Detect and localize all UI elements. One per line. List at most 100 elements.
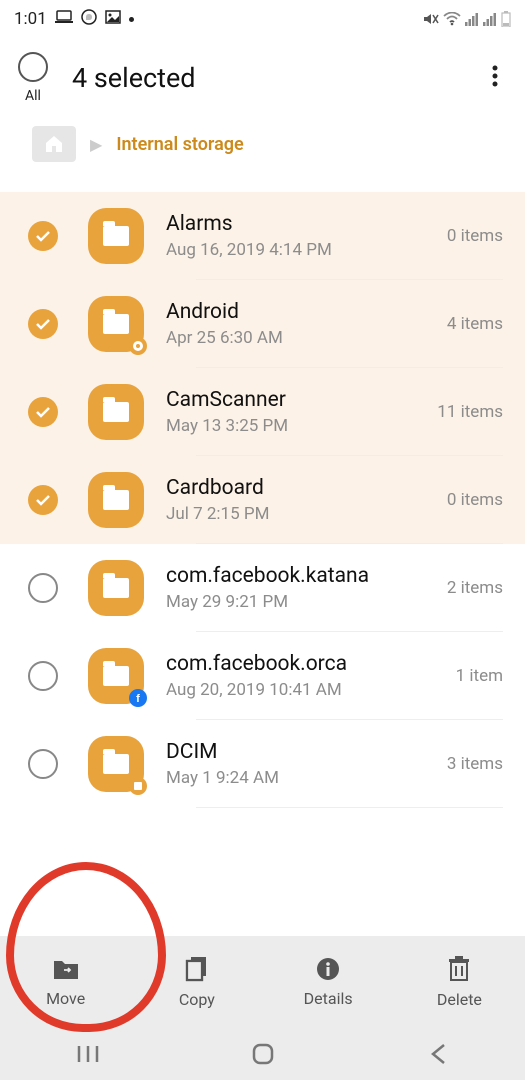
file-name: com.facebook.katana (166, 564, 437, 588)
mute-icon (423, 12, 439, 26)
file-date: May 29 9:21 PM (166, 592, 437, 612)
sd-badge-icon (129, 777, 147, 795)
file-name: Android (166, 300, 437, 324)
row-text: Cardboard Jul 7 2:15 PM (166, 476, 437, 524)
file-row[interactable]: com.facebook.katana May 29 9:21 PM 2 items (0, 544, 525, 632)
row-checkbox[interactable] (28, 573, 58, 603)
nav-back-icon (430, 1043, 446, 1065)
copy-button[interactable]: Copy (131, 936, 262, 1028)
file-date: Jul 7 2:15 PM (166, 504, 437, 524)
row-text: Android Apr 25 6:30 AM (166, 300, 437, 348)
file-count: 1 item (456, 666, 503, 686)
row-checkbox[interactable] (28, 749, 58, 779)
file-date: Aug 20, 2019 10:41 AM (166, 680, 446, 700)
row-checkbox[interactable] (28, 221, 58, 251)
recents-icon (77, 1044, 99, 1064)
file-name: DCIM (166, 740, 437, 764)
trash-icon (448, 956, 470, 982)
folder-icon (88, 472, 144, 528)
breadcrumb-location[interactable]: Internal storage (116, 134, 243, 155)
folder-icon (88, 296, 144, 352)
battery-icon (501, 11, 511, 27)
file-row[interactable]: CamScanner May 13 3:25 PM 11 items (0, 368, 525, 456)
select-all-circle-icon (18, 52, 48, 82)
file-row[interactable]: Android Apr 25 6:30 AM 4 items (0, 280, 525, 368)
file-date: Apr 25 6:30 AM (166, 328, 437, 348)
nav-recents-button[interactable] (48, 1044, 128, 1064)
folder-icon (88, 384, 144, 440)
select-all-toggle[interactable]: All (18, 52, 48, 104)
row-text: DCIM May 1 9:24 AM (166, 740, 437, 788)
nav-home-icon (252, 1043, 274, 1065)
nav-bar (0, 1028, 525, 1080)
file-name: Cardboard (166, 476, 437, 500)
row-checkbox[interactable] (28, 485, 58, 515)
file-name: com.facebook.orca (166, 652, 446, 676)
check-icon (35, 406, 51, 418)
check-icon (35, 230, 51, 242)
select-all-label: All (25, 88, 41, 104)
file-name: Alarms (166, 212, 437, 236)
move-label: Move (46, 989, 85, 1008)
move-icon (52, 957, 80, 981)
check-icon (35, 494, 51, 506)
breadcrumb: ▶ Internal storage (0, 112, 525, 192)
dot-icon (129, 17, 134, 22)
check-icon (35, 318, 51, 330)
row-text: Alarms Aug 16, 2019 4:14 PM (166, 212, 437, 260)
file-count: 3 items (447, 754, 503, 774)
action-bar: Move Copy Details Delete (0, 936, 525, 1028)
row-checkbox[interactable] (28, 661, 58, 691)
status-bar: 1:01 (0, 0, 525, 32)
file-row[interactable]: f com.facebook.orca Aug 20, 2019 10:41 AM 1… (0, 632, 525, 720)
file-count: 4 items (447, 314, 503, 334)
file-date: May 13 3:25 PM (166, 416, 427, 436)
folder-icon (88, 560, 144, 616)
laptop-icon (55, 9, 73, 29)
folder-icon: f (88, 648, 144, 704)
copy-icon (185, 956, 209, 982)
more-menu-button[interactable] (483, 65, 507, 91)
details-label: Details (304, 989, 353, 1008)
file-row[interactable]: Alarms Aug 16, 2019 4:14 PM 0 items (0, 192, 525, 280)
row-checkbox[interactable] (28, 397, 58, 427)
gear-badge-icon (129, 337, 147, 355)
row-checkbox[interactable] (28, 309, 58, 339)
file-name: CamScanner (166, 388, 427, 412)
file-count: 0 items (447, 490, 503, 510)
row-text: com.facebook.orca Aug 20, 2019 10:41 AM (166, 652, 446, 700)
gallery-icon (105, 9, 121, 29)
file-row[interactable]: Cardboard Jul 7 2:15 PM 0 items (0, 456, 525, 544)
chevron-right-icon: ▶ (90, 135, 102, 154)
selection-header: All 4 selected (0, 32, 525, 112)
status-time: 1:01 (14, 9, 47, 29)
file-row[interactable]: DCIM May 1 9:24 AM 3 items (0, 720, 525, 808)
info-icon (316, 957, 340, 981)
delete-label: Delete (437, 990, 482, 1009)
file-count: 0 items (447, 226, 503, 246)
svg-text:f: f (136, 693, 140, 704)
file-date: May 1 9:24 AM (166, 768, 437, 788)
more-vertical-icon (492, 65, 498, 91)
file-count: 11 items (437, 402, 503, 422)
file-date: Aug 16, 2019 4:14 PM (166, 240, 437, 260)
signal1-icon (465, 12, 479, 26)
copy-label: Copy (179, 990, 215, 1009)
move-button[interactable]: Move (0, 936, 131, 1028)
nav-back-button[interactable] (398, 1043, 478, 1065)
divider (196, 807, 503, 808)
page-title: 4 selected (72, 62, 483, 94)
file-list: Alarms Aug 16, 2019 4:14 PM 0 items Android… (0, 192, 525, 808)
details-button[interactable]: Details (263, 936, 394, 1028)
fb-badge-icon: f (129, 689, 147, 707)
row-text: com.facebook.katana May 29 9:21 PM (166, 564, 437, 612)
file-count: 2 items (447, 578, 503, 598)
folder-icon (88, 208, 144, 264)
whatsapp-icon (81, 9, 97, 30)
home-icon (44, 135, 64, 153)
row-text: CamScanner May 13 3:25 PM (166, 388, 427, 436)
breadcrumb-home-button[interactable] (32, 126, 76, 162)
signal2-icon (483, 12, 497, 26)
delete-button[interactable]: Delete (394, 936, 525, 1028)
nav-home-button[interactable] (223, 1043, 303, 1065)
